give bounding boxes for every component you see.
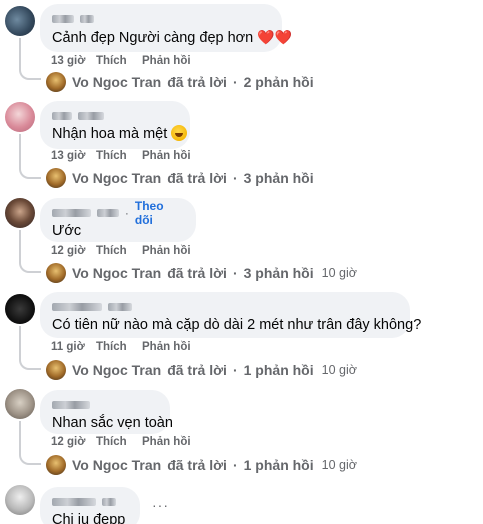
- like-button[interactable]: Thích: [96, 341, 142, 353]
- reply-time: 10 giờ: [321, 363, 357, 377]
- replier-avatar: [46, 455, 66, 475]
- author-name[interactable]: [52, 398, 158, 411]
- comment-time[interactable]: 13 giờ: [51, 150, 96, 162]
- redacted-name: [108, 302, 132, 311]
- reply-time: 10 giờ: [321, 266, 357, 280]
- comment-thread: Cảnh đẹp Người càng đẹp hơn ❤️❤️ 13 giờ …: [0, 0, 483, 524]
- comment-time[interactable]: 12 giờ: [51, 245, 96, 257]
- thread-connector: [19, 165, 41, 179]
- redacted-name: [52, 302, 102, 311]
- replier-avatar: [46, 263, 66, 283]
- redacted-name: [97, 208, 119, 217]
- comment-actions: 12 giờ Thích Phản hồi: [51, 245, 191, 257]
- comment-actions: 11 giờ Thích Phản hồi: [51, 341, 191, 353]
- comment-bubble: · Theo dõi Ước: [40, 198, 196, 242]
- replier-avatar: [46, 168, 66, 188]
- comment-bubble: Chị iu đẹpp: [40, 487, 140, 524]
- reply-time: 10 giờ: [321, 458, 357, 472]
- comment-text: Có tiên nữ nào mà cặp dò dài 2 mét như t…: [52, 317, 422, 333]
- thread-line: [19, 421, 21, 451]
- like-button[interactable]: Thích: [96, 436, 142, 448]
- comment-text: Nhận hoa mà mệt: [52, 125, 188, 144]
- avatar[interactable]: [5, 389, 35, 419]
- comment-text: Cảnh đẹp Người càng đẹp hơn ❤️❤️: [52, 29, 293, 46]
- comment-time[interactable]: 13 giờ: [51, 55, 96, 67]
- view-replies-link[interactable]: Vo Ngoc Tran đã trả lời · 1 phản hồi 10 …: [46, 455, 357, 475]
- comment-time[interactable]: 11 giờ: [51, 341, 96, 353]
- thread-connector: [19, 66, 41, 80]
- comment-text: Nhan sắc vẹn toàn: [52, 415, 173, 431]
- thread-line: [19, 326, 21, 356]
- comment-bubble: Nhan sắc vẹn toàn: [40, 390, 173, 434]
- reply-button[interactable]: Phản hồi: [142, 341, 191, 353]
- comment-text: Chị iu đẹpp: [52, 512, 126, 524]
- reply-button[interactable]: Phản hồi: [142, 245, 191, 257]
- reply-button[interactable]: Phản hồi: [142, 436, 191, 448]
- thread-line: [19, 38, 21, 66]
- like-button[interactable]: Thích: [96, 55, 142, 67]
- author-name[interactable]: [52, 12, 270, 25]
- view-replies-link[interactable]: Vo Ngoc Tran đã trả lời · 2 phản hồi: [46, 72, 314, 92]
- heart-emoji-icon: ❤️❤️: [257, 29, 293, 45]
- author-name[interactable]: · Theo dõi: [52, 199, 184, 227]
- avatar[interactable]: [5, 102, 35, 132]
- replier-avatar: [46, 72, 66, 92]
- reply-button[interactable]: Phản hồi: [142, 55, 191, 67]
- like-button[interactable]: Thích: [96, 245, 142, 257]
- redacted-name: [52, 14, 74, 23]
- view-replies-link[interactable]: Vo Ngoc Tran đã trả lời · 1 phản hồi 10 …: [46, 360, 357, 380]
- redacted-name: [80, 14, 94, 23]
- comment-bubble: Cảnh đẹp Người càng đẹp hơn ❤️❤️: [40, 4, 293, 52]
- reply-button[interactable]: Phản hồi: [142, 150, 191, 162]
- thread-line: [19, 230, 21, 259]
- author-name[interactable]: [52, 109, 178, 122]
- comment-bubble: Nhận hoa mà mệt: [40, 101, 190, 149]
- thread-connector: [19, 259, 41, 273]
- avatar[interactable]: [5, 198, 35, 228]
- view-replies-link[interactable]: Vo Ngoc Tran đã trả lời · 3 phản hồi 10 …: [46, 263, 357, 283]
- like-button[interactable]: Thích: [96, 150, 142, 162]
- author-name[interactable]: [52, 300, 398, 313]
- comment-actions: 13 giờ Thích Phản hồi: [51, 55, 191, 67]
- comment-bubble: Có tiên nữ nào mà cặp dò dài 2 mét như t…: [40, 292, 422, 338]
- more-options-icon[interactable]: ···: [152, 497, 169, 513]
- comment-actions: 12 giờ Thích Phản hồi: [51, 436, 191, 448]
- follow-link[interactable]: Theo dõi: [135, 199, 184, 227]
- redacted-name: [78, 111, 104, 120]
- redacted-name: [52, 111, 72, 120]
- redacted-name: [52, 208, 92, 217]
- replier-avatar: [46, 360, 66, 380]
- redacted-name: [52, 400, 90, 409]
- thread-connector: [19, 356, 41, 370]
- comment-time[interactable]: 12 giờ: [51, 436, 96, 448]
- view-replies-link[interactable]: Vo Ngoc Tran đã trả lời · 3 phản hồi: [46, 168, 314, 188]
- avatar[interactable]: [5, 6, 35, 36]
- redacted-name: [102, 497, 116, 506]
- redacted-name: [52, 497, 96, 506]
- laughing-face-icon: [171, 125, 188, 141]
- thread-line: [19, 134, 21, 165]
- thread-connector: [19, 451, 41, 465]
- avatar[interactable]: [5, 485, 35, 515]
- avatar[interactable]: [5, 294, 35, 324]
- author-name[interactable]: [52, 495, 128, 508]
- comment-actions: 13 giờ Thích Phản hồi: [51, 150, 191, 162]
